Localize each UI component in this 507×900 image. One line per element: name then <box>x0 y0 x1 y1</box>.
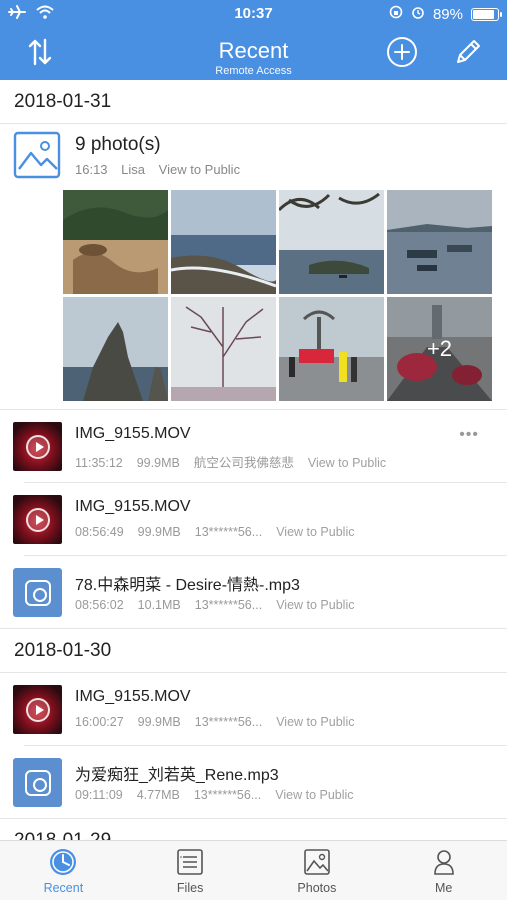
edit-button[interactable] <box>450 36 486 72</box>
file-visibility: View to Public <box>276 715 355 729</box>
photo-thumbnail[interactable] <box>171 297 276 401</box>
alarm-icon <box>411 5 425 23</box>
audio-file-icon <box>13 758 62 807</box>
photo-group[interactable]: 9 photo(s) 16:13 Lisa View to Public +2 <box>0 124 507 410</box>
file-size: 99.9MB <box>137 525 181 539</box>
photo-thumbnail[interactable]: +2 <box>387 297 492 401</box>
more-options-button[interactable]: ••• <box>459 426 479 444</box>
top-bar: 10:37 89% Recent Remote Access <box>0 0 507 80</box>
status-bar: 10:37 89% <box>0 0 507 28</box>
file-owner: 13******56... <box>194 598 263 612</box>
file-name: IMG_9155.MOV <box>75 498 191 515</box>
file-time: 08:56:02 <box>75 598 124 612</box>
photo-thumbnail[interactable] <box>279 297 384 401</box>
file-owner: 13******56... <box>194 715 263 729</box>
date-header: 2018-01-30 <box>0 629 507 673</box>
file-time: 11:35:12 <box>75 456 123 470</box>
page-subtitle: Remote Access <box>215 65 292 77</box>
add-button[interactable] <box>384 36 420 72</box>
file-size: 4.77MB <box>136 788 180 802</box>
tab-label: Me <box>434 881 453 895</box>
photo-thumbnail[interactable] <box>63 190 168 294</box>
plus-circle-icon <box>386 36 418 73</box>
file-visibility: View to Public <box>276 525 355 539</box>
file-time: 16:00:27 <box>75 715 124 729</box>
divider <box>0 628 507 629</box>
tab-me[interactable]: Me <box>380 841 507 900</box>
photo-icon <box>302 847 332 877</box>
date-header: 2018-01-31 <box>0 80 507 124</box>
file-row[interactable]: IMG_9155.MOV 08:56:49 99.9MB 13******56...… <box>0 483 507 556</box>
file-time: 09:11:09 <box>75 788 123 802</box>
file-time: 08:56:49 <box>75 525 124 539</box>
tab-bar: Recent Files Photos Me <box>0 840 507 900</box>
video-file-icon <box>13 495 62 544</box>
photo-group-title: 9 photo(s) <box>75 134 161 155</box>
photo-thumbnail[interactable] <box>387 190 492 294</box>
file-owner: 航空公司我佛慈悲 <box>193 456 294 470</box>
nav-bar: Recent Remote Access <box>0 28 507 80</box>
person-icon <box>429 847 459 877</box>
file-visibility: View to Public <box>307 456 387 470</box>
recent-list[interactable]: 2018-01-31 9 photo(s) 16:13 Lisa View to… <box>0 80 507 840</box>
tab-label: Files <box>176 881 204 895</box>
video-file-icon <box>13 685 62 734</box>
file-meta: 11:35:12 99.9MB 航空公司我佛慈悲 View to Public <box>75 452 400 471</box>
file-size: 99.9MB <box>137 715 181 729</box>
file-row[interactable]: 为爱痴狂_刘若英_Rene.mp3 09:11:09 4.77MB 13******… <box>0 746 507 819</box>
tab-label: Recent <box>43 881 84 895</box>
page-title: Recent <box>218 38 289 63</box>
battery-percent: 89% <box>432 5 463 23</box>
file-row[interactable]: IMG_9155.MOV 11:35:12 99.9MB 航空公司我佛慈悲 View … <box>0 410 507 483</box>
tab-photos[interactable]: Photos <box>254 841 381 900</box>
battery-icon <box>471 7 502 21</box>
photo-grid: +2 <box>63 190 494 401</box>
file-name: IMG_9155.MOV <box>75 688 191 705</box>
photo-thumbnail[interactable] <box>279 190 384 294</box>
file-visibility: View to Public <box>276 598 355 612</box>
file-name: 78.中森明菜 - Desire-情熱-.mp3 <box>75 577 300 594</box>
tab-recent[interactable]: Recent <box>0 841 127 900</box>
file-meta: 08:56:02 10.1MB 13******56... View to Publi… <box>75 598 368 612</box>
file-meta: 08:56:49 99.9MB 13******56... View to Publi… <box>75 525 368 539</box>
play-icon <box>25 434 50 459</box>
rotation-lock-icon <box>389 5 403 23</box>
pencil-icon <box>453 37 483 72</box>
photo-thumbnail[interactable] <box>63 297 168 401</box>
play-icon <box>25 697 50 722</box>
date-header: 2018-01-29 <box>0 819 507 840</box>
tab-label: Photos <box>297 881 337 895</box>
file-name: 为爱痴狂_刘若英_Rene.mp3 <box>75 767 279 784</box>
play-icon <box>25 507 50 532</box>
file-meta: 16:00:27 99.9MB 13******56... View to Publi… <box>75 715 368 729</box>
photo-group-visibility: View to Public <box>158 162 241 177</box>
file-name: IMG_9155.MOV <box>75 425 191 442</box>
file-size: 99.9MB <box>136 456 180 470</box>
clock-icon <box>48 847 78 877</box>
divider <box>0 818 507 819</box>
photo-thumbnail[interactable] <box>171 190 276 294</box>
photo-album-icon <box>13 131 61 179</box>
file-row[interactable]: IMG_9155.MOV 16:00:27 99.9MB 13******56...… <box>0 673 507 746</box>
more-photos-count: +2 <box>387 297 492 401</box>
file-size: 10.1MB <box>137 598 181 612</box>
file-meta: 09:11:09 4.77MB 13******56... View to Publi… <box>75 788 368 802</box>
file-owner: 13******56... <box>194 525 263 539</box>
photo-group-time: 16:13 <box>75 162 108 177</box>
photo-group-owner: Lisa <box>121 162 146 177</box>
file-visibility: View to Public <box>275 788 354 802</box>
photo-group-meta: 16:13 Lisa View to Public <box>75 162 250 177</box>
audio-file-icon <box>13 568 62 617</box>
file-owner: 13******56... <box>193 788 262 802</box>
video-file-icon <box>13 422 62 471</box>
file-row[interactable]: 78.中森明菜 - Desire-情熱-.mp3 08:56:02 10.1MB 1… <box>0 556 507 629</box>
list-icon <box>175 847 205 877</box>
tab-files[interactable]: Files <box>127 841 254 900</box>
